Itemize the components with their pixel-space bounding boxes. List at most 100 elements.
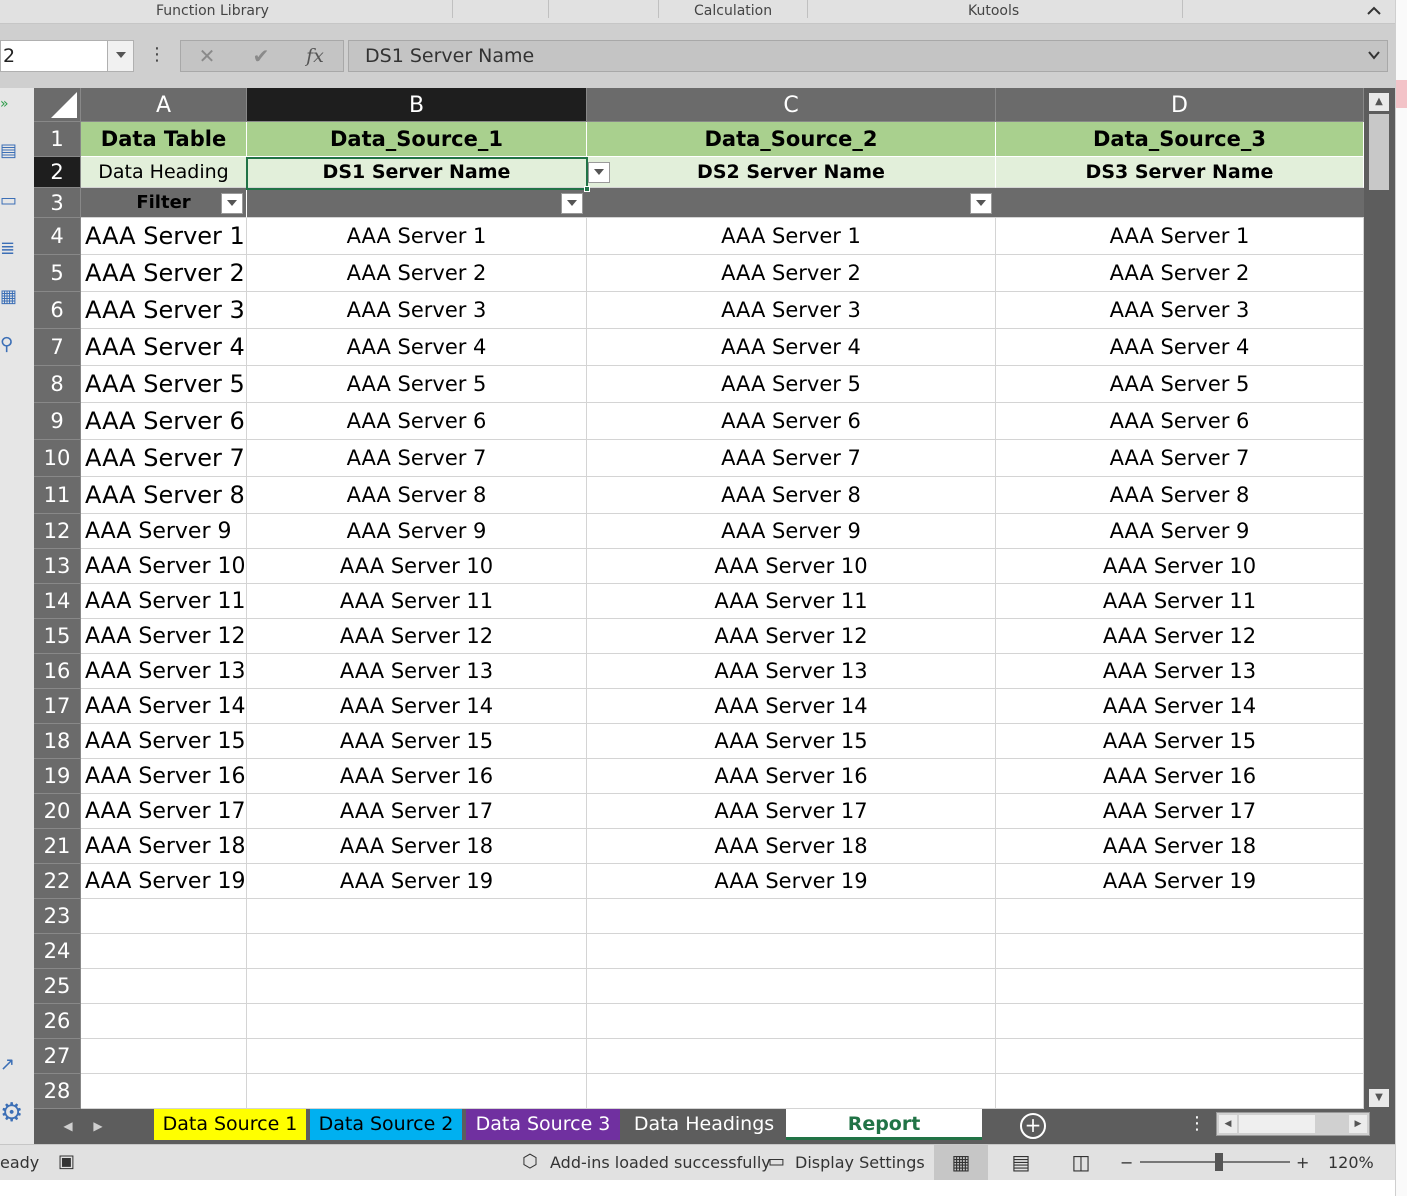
row-header[interactable]: 15 [34, 619, 81, 654]
cell[interactable]: AAA Server 15 [587, 724, 996, 759]
cell[interactable]: AAA Server 8 [81, 477, 247, 514]
cell[interactable] [247, 1074, 587, 1109]
cell[interactable]: AAA Server 17 [247, 794, 587, 829]
tab-data-headings[interactable]: Data Headings [626, 1109, 782, 1140]
row-header[interactable]: 2 [34, 157, 81, 188]
sheet-icon[interactable]: ▭ [0, 190, 22, 212]
scroll-down-button[interactable]: ▼ [1369, 1089, 1389, 1107]
cell[interactable]: Data_Source_2 [587, 122, 996, 157]
cell[interactable]: AAA Server 18 [996, 829, 1364, 864]
filter-dropdown-button[interactable] [970, 193, 992, 214]
cell[interactable]: AAA Server 8 [587, 477, 996, 514]
cell[interactable]: AAA Server 6 [587, 403, 996, 440]
insert-function-button[interactable]: fx [295, 43, 335, 69]
cell[interactable] [81, 1004, 247, 1039]
cell[interactable]: AAA Server 10 [247, 549, 587, 584]
vertical-scrollbar[interactable]: ▲ ▼ [1364, 88, 1395, 1109]
worksheet-grid[interactable]: A B C D 1 2 3 4 5 6 7 8 9 10 11 12 13 14 15 16 17 18 19 20 2… [34, 88, 1364, 1109]
row-header[interactable]: 4 [34, 218, 81, 255]
zoom-out-button[interactable]: − [1120, 1153, 1133, 1172]
cell[interactable] [996, 899, 1364, 934]
cell[interactable]: AAA Server 4 [587, 329, 996, 366]
cell[interactable]: AAA Server 13 [587, 654, 996, 689]
expand-formula-bar-button[interactable] [1367, 41, 1381, 71]
cell[interactable]: AAA Server 12 [81, 619, 247, 654]
cell[interactable] [81, 899, 247, 934]
cell[interactable]: AAA Server 9 [247, 514, 587, 549]
name-box[interactable]: 2 [0, 40, 108, 72]
column-header-a[interactable]: A [81, 88, 247, 122]
row-header[interactable]: 20 [34, 794, 81, 829]
row-header[interactable]: 22 [34, 864, 81, 899]
display-settings-icon[interactable]: ▭ [768, 1151, 785, 1172]
cell[interactable]: AAA Server 18 [587, 829, 996, 864]
cell[interactable] [996, 934, 1364, 969]
cell[interactable]: AAA Server 14 [996, 689, 1364, 724]
cell[interactable]: AAA Server 1 [587, 218, 996, 255]
row-header[interactable]: 12 [34, 514, 81, 549]
cell[interactable]: Data_Source_3 [996, 122, 1364, 157]
cell[interactable]: AAA Server 12 [996, 619, 1364, 654]
cell[interactable] [81, 934, 247, 969]
cell[interactable]: AAA Server 10 [587, 549, 996, 584]
cell[interactable]: AAA Server 15 [81, 724, 247, 759]
display-settings-button[interactable]: Display Settings [795, 1153, 925, 1172]
cell[interactable]: AAA Server 2 [996, 255, 1364, 292]
row-header[interactable]: 23 [34, 899, 81, 934]
cell[interactable]: AAA Server 6 [996, 403, 1364, 440]
cell[interactable] [81, 969, 247, 1004]
cell[interactable] [247, 188, 587, 218]
cell[interactable] [81, 1039, 247, 1074]
cell[interactable] [996, 969, 1364, 1004]
scroll-left-button[interactable]: ◀ [1219, 1115, 1237, 1133]
previous-sheet-button[interactable]: ◀ [56, 1115, 80, 1137]
cell[interactable]: DS1 Server Name [247, 157, 587, 188]
formula-bar-more-icon[interactable]: ⋮ [148, 44, 166, 68]
column-header-b[interactable]: B [247, 88, 587, 122]
row-header[interactable]: 18 [34, 724, 81, 759]
cell[interactable]: AAA Server 6 [247, 403, 587, 440]
row-header[interactable]: 14 [34, 584, 81, 619]
cell[interactable]: AAA Server 13 [81, 654, 247, 689]
find-replace-icon[interactable]: ⚲ [0, 334, 22, 356]
cell[interactable]: Data_Source_1 [247, 122, 587, 157]
row-header[interactable]: 5 [34, 255, 81, 292]
cell[interactable]: AAA Server 7 [587, 440, 996, 477]
formula-input[interactable]: DS1 Server Name [348, 40, 1388, 72]
cell[interactable]: AAA Server 1 [247, 218, 587, 255]
row-header[interactable]: 24 [34, 934, 81, 969]
cell[interactable] [587, 1074, 996, 1109]
cell[interactable]: AAA Server 7 [996, 440, 1364, 477]
cell[interactable]: AAA Server 2 [81, 255, 247, 292]
page-break-preview-button[interactable]: ◫ [1054, 1145, 1108, 1181]
scroll-up-button[interactable]: ▲ [1369, 93, 1389, 111]
row-header[interactable]: 6 [34, 292, 81, 329]
row-header[interactable]: 17 [34, 689, 81, 724]
zoom-in-button[interactable]: + [1296, 1153, 1309, 1172]
normal-view-button[interactable]: ▦ [934, 1145, 988, 1181]
vertical-scroll-thumb[interactable] [1369, 114, 1389, 190]
cell[interactable] [81, 1074, 247, 1109]
column-header-c[interactable]: C [587, 88, 996, 122]
column-list-icon[interactable]: ▦ [0, 286, 22, 308]
name-box-dropdown[interactable] [108, 40, 134, 72]
cell[interactable]: Data Heading [81, 157, 247, 188]
row-header[interactable]: 13 [34, 549, 81, 584]
row-header[interactable]: 11 [34, 477, 81, 514]
row-header[interactable]: 21 [34, 829, 81, 864]
cell[interactable]: AAA Server 4 [81, 329, 247, 366]
cell[interactable]: AAA Server 8 [247, 477, 587, 514]
cell[interactable]: AAA Server 19 [996, 864, 1364, 899]
cell[interactable]: AAA Server 9 [81, 514, 247, 549]
cell[interactable] [247, 1039, 587, 1074]
cell[interactable] [247, 934, 587, 969]
cell[interactable] [996, 188, 1364, 218]
accessibility-icon[interactable]: ▣ [58, 1151, 75, 1172]
cell[interactable]: DS3 Server Name [996, 157, 1364, 188]
cell[interactable] [587, 899, 996, 934]
cell[interactable]: AAA Server 12 [247, 619, 587, 654]
filter-dropdown-button[interactable] [561, 193, 583, 214]
next-sheet-button[interactable]: ▶ [86, 1115, 110, 1137]
cell[interactable] [247, 899, 587, 934]
row-header[interactable]: 8 [34, 366, 81, 403]
